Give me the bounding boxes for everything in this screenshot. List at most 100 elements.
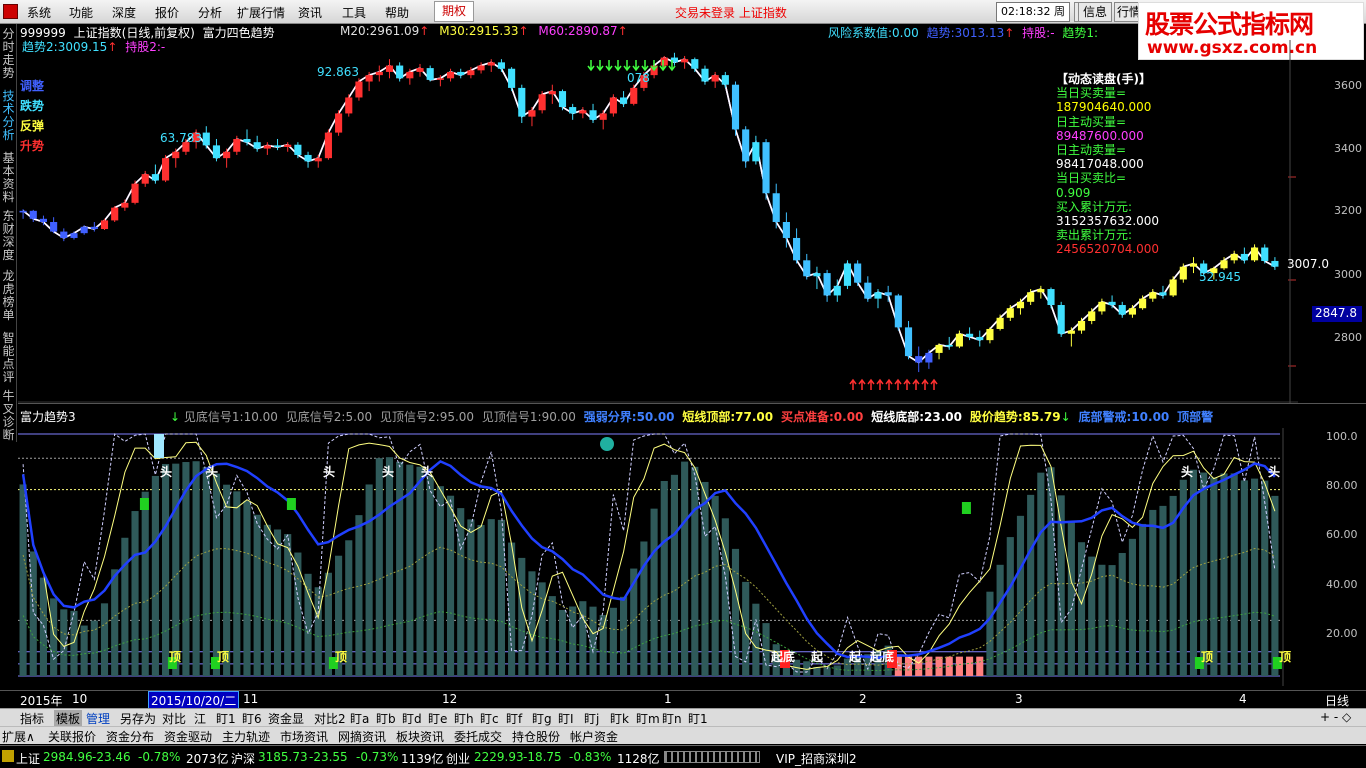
indicator-tab-22[interactable]: 盯n	[662, 710, 682, 727]
tab-depth[interactable]: 东财深度	[2, 210, 15, 262]
indicator-tab-15[interactable]: 盯c	[480, 710, 499, 727]
candle-body	[1027, 292, 1035, 302]
extension-tab-2[interactable]: 资金分布	[106, 728, 154, 745]
tab-diagnosis[interactable]: 牛叉诊断	[2, 390, 15, 442]
candle-body	[1037, 289, 1045, 293]
indicator-tab-13[interactable]: 盯e	[428, 710, 447, 727]
indicator-tab-8[interactable]: 资金显	[268, 710, 304, 727]
indicator-tab-14[interactable]: 盯h	[454, 710, 474, 727]
candle-body	[915, 356, 923, 363]
menu-help[interactable]: 帮助	[385, 4, 409, 21]
hs-percent: -0.73%	[356, 750, 399, 764]
indicator-tab-21[interactable]: 盯m	[636, 710, 660, 727]
cy-change: -18.75	[523, 750, 562, 764]
oscillator-bar	[1006, 537, 1014, 676]
extension-tab-4[interactable]: 主力轨迹	[222, 728, 270, 745]
indicator-tab-19[interactable]: 盯j	[584, 710, 599, 727]
signal-square	[139, 498, 149, 510]
extension-tab-1[interactable]: 关联报价	[48, 728, 96, 745]
options-button[interactable]: 期权	[434, 1, 474, 22]
extension-tab-10[interactable]: 帐户资金	[570, 728, 618, 745]
tab-commentary[interactable]: 智能点评	[2, 332, 15, 384]
menu-quote[interactable]: 报价	[155, 4, 179, 21]
cy-label: 创业	[446, 752, 471, 766]
indicator-tab-6[interactable]: 盯1	[216, 710, 236, 727]
indicator-tab-11[interactable]: 盯b	[376, 710, 396, 727]
pane-divider[interactable]	[18, 403, 1366, 404]
candle-body	[1271, 260, 1279, 267]
y-tick-3600: 3600	[1334, 79, 1362, 92]
indicator-tab-23[interactable]: 盯1	[688, 710, 708, 727]
extension-tab-9[interactable]: 持仓股份	[512, 728, 560, 745]
panel-label-5: 买入累计万元:	[1056, 199, 1133, 214]
menu-news[interactable]: 资讯	[298, 4, 322, 21]
oscillator-bar	[833, 665, 841, 676]
indicator-tab-12[interactable]: 盯d	[402, 710, 422, 727]
oscillator-bar	[273, 529, 282, 676]
ma20-label: M20:	[340, 24, 370, 38]
menu-system[interactable]: 系统	[27, 4, 51, 21]
sell-arrow	[623, 60, 631, 72]
extension-tab-6[interactable]: 网摘资讯	[338, 728, 386, 745]
tab-dragon-tiger[interactable]: 龙虎榜单	[2, 270, 15, 322]
candle-body	[294, 144, 302, 155]
indicator-tab-3[interactable]: 另存为	[120, 710, 156, 727]
indicator-tab-16[interactable]: 盯f	[506, 710, 522, 727]
tab-intraday[interactable]: 分时走势	[2, 28, 15, 80]
oscillator-bar	[457, 508, 465, 676]
indicator-tab-20[interactable]: 盯k	[610, 710, 629, 727]
candle-body	[731, 84, 740, 130]
menu-tools[interactable]: 工具	[342, 4, 366, 21]
menu-extended-market[interactable]: 扩展行情	[237, 4, 285, 21]
candle-body	[355, 81, 363, 98]
indicator-tab-7[interactable]: 盯6	[242, 710, 262, 727]
buy-arrow	[885, 378, 893, 390]
risk-label: 风险系数值:	[828, 26, 893, 40]
zoom-controls[interactable]: + - ◇	[1320, 710, 1351, 724]
top-mark-4: 顶	[1201, 650, 1214, 664]
indicator-tab-2[interactable]: 管理	[86, 710, 110, 727]
indicator-tab-9[interactable]: 对比2	[314, 710, 346, 727]
candle-body	[335, 113, 343, 133]
menu-analysis[interactable]: 分析	[198, 4, 222, 21]
panel-title: 【动态读盘(手)】	[1056, 72, 1151, 86]
trend-value: 3013.13	[954, 26, 1005, 40]
oscillator-bar	[253, 514, 261, 676]
tab-fundamentals[interactable]: 基本资料	[2, 152, 15, 204]
indicator-tab-5[interactable]: 江	[194, 710, 206, 727]
sell-arrow	[596, 60, 604, 72]
indicator-tab-10[interactable]: 盯a	[350, 710, 369, 727]
candle-body	[609, 97, 617, 114]
oscillator-bar	[151, 475, 159, 676]
extension-tab-3[interactable]: 资金驱动	[164, 728, 212, 745]
indicator-tab-0[interactable]: 指标	[20, 710, 44, 727]
candle-body	[223, 151, 231, 159]
extension-tab-5[interactable]: 市场资讯	[280, 728, 328, 745]
candle-body	[396, 65, 404, 79]
menu-depth[interactable]: 深度	[112, 4, 136, 21]
tab-technical[interactable]: 技术分析	[2, 90, 15, 142]
extension-tab-7[interactable]: 板块资讯	[396, 728, 444, 745]
extension-tab-8[interactable]: 委托成交	[454, 728, 502, 745]
info-button[interactable]: 信息	[1078, 2, 1112, 22]
oscillator-bar	[192, 461, 200, 676]
candle-body	[416, 68, 424, 72]
indicator-tab-17[interactable]: 盯g	[532, 710, 552, 727]
indicator-tab-1[interactable]: 模板	[54, 710, 83, 727]
y-tick-2800: 2800	[1334, 331, 1362, 344]
start-mark-3: 起	[849, 650, 862, 664]
candle-body	[1169, 279, 1177, 296]
candle-body	[569, 107, 577, 114]
extension-tab-0[interactable]: 扩展∧	[2, 728, 35, 745]
oscillator-bar	[467, 519, 475, 676]
ma60-label: M60:	[538, 24, 569, 38]
candle-body	[19, 210, 27, 213]
indicator-tab-4[interactable]: 对比	[162, 710, 186, 727]
indicator-tab-18[interactable]: 盯I	[558, 710, 574, 727]
candle-body	[314, 158, 322, 162]
period-label[interactable]: 日线	[1325, 692, 1349, 709]
top-mark-3: 顶	[335, 650, 348, 664]
candle-body	[477, 65, 485, 71]
panel-label-1: 当日买卖量=	[1056, 86, 1127, 101]
menu-function[interactable]: 功能	[69, 4, 93, 21]
